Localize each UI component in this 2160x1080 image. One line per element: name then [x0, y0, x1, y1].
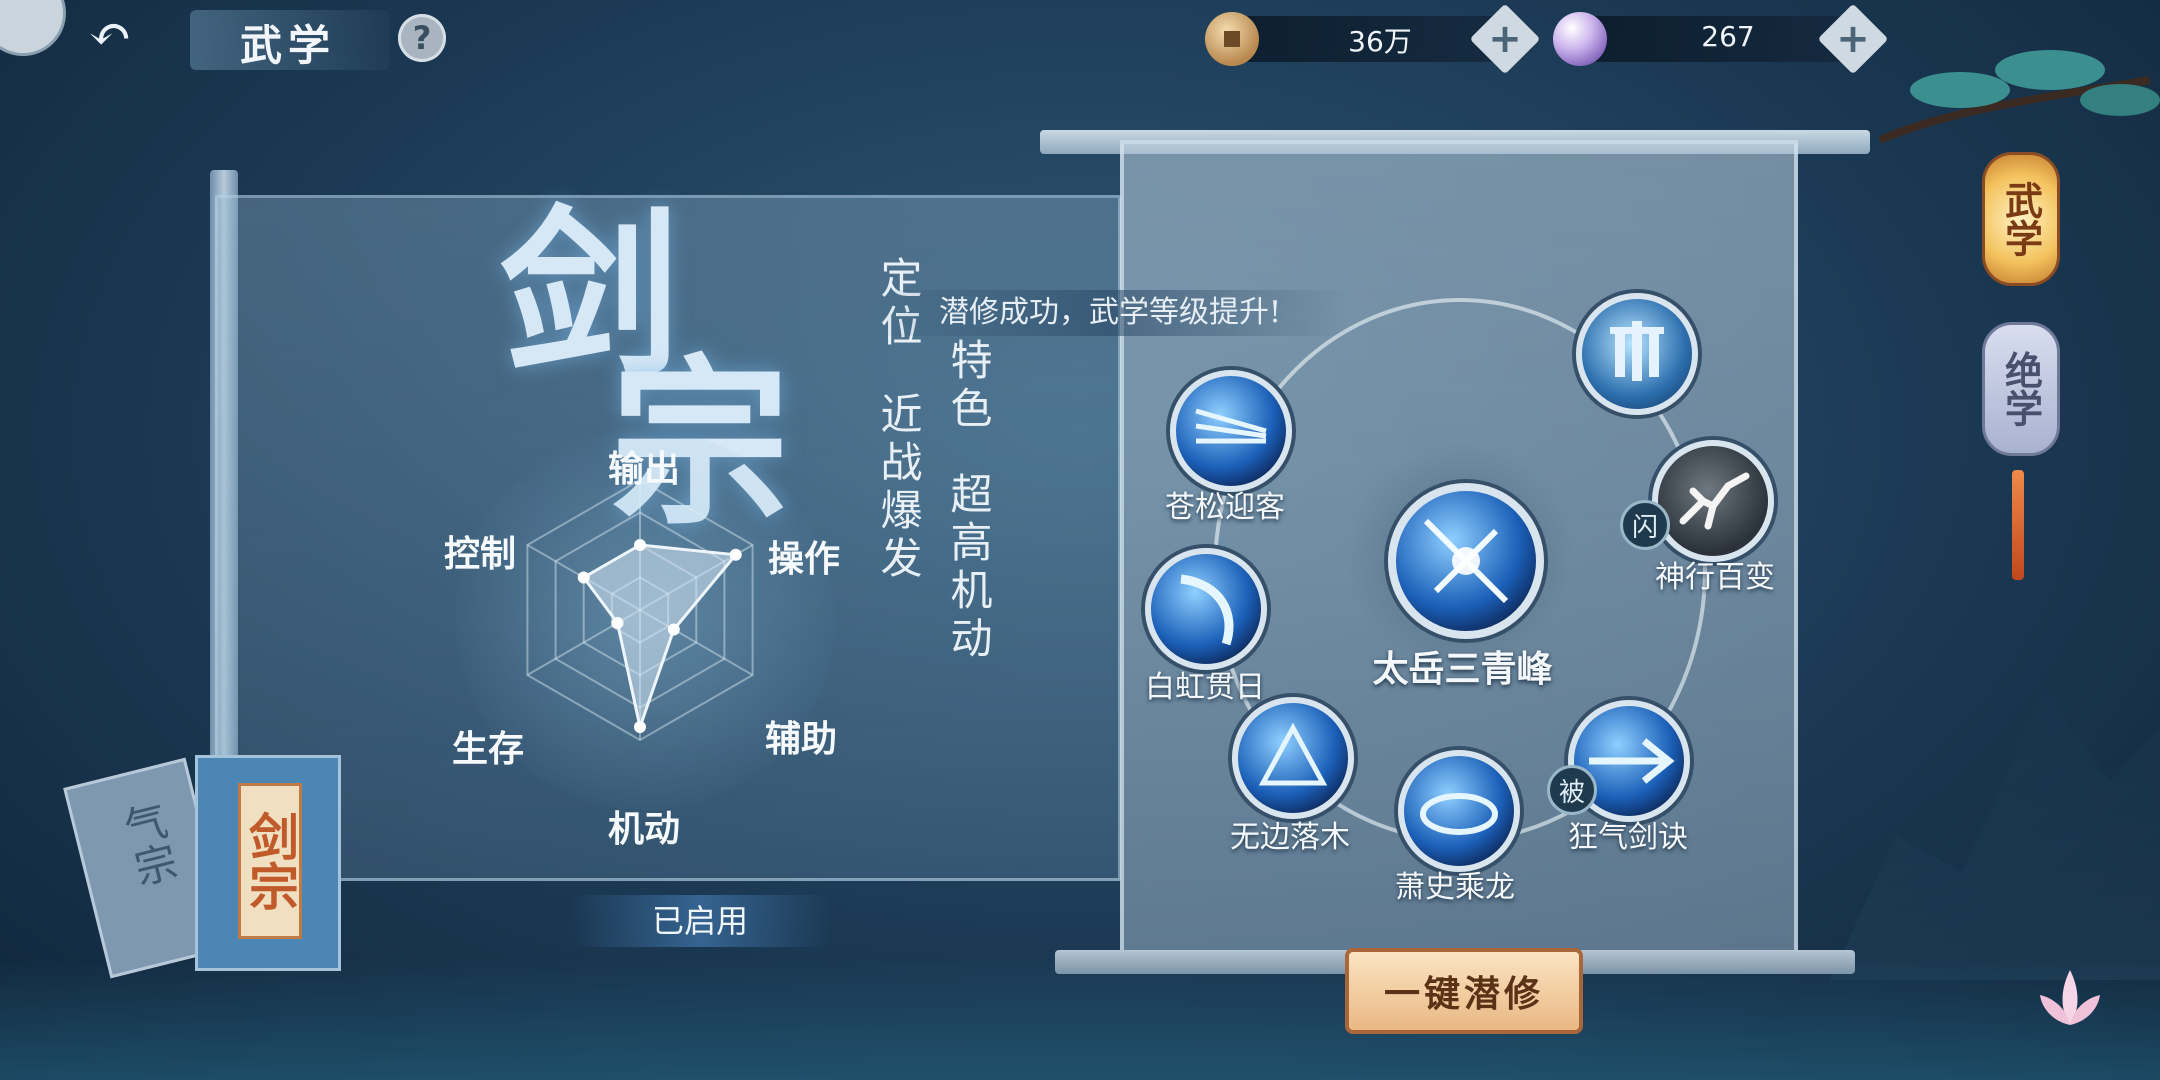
back-button[interactable]: ↶ [65, 5, 155, 65]
skill-label-shenxingbaibian: 神行百变 [1655, 560, 1775, 595]
radar-value-polygon [581, 543, 739, 733]
skill-node-wubianluomu[interactable] [1232, 697, 1354, 819]
skill-label-baihongguanri: 白虹贯日 [1145, 670, 1265, 705]
radar-label-operation: 操作 [768, 530, 840, 582]
lantern-tassel [2012, 470, 2024, 580]
triple-sword-icon [1610, 321, 1664, 381]
book-qizong-label: 气宗 [113, 797, 182, 892]
one-click-train-button[interactable]: 一键潜修 [1345, 948, 1583, 1034]
pearl-amount: 267 [1701, 20, 1755, 53]
skill-node-cangsongyingke[interactable] [1170, 370, 1292, 492]
tab-wuxue[interactable]: 武学 [1982, 152, 2060, 286]
skill-label-kuangqijianjue: 狂气剑诀 [1568, 820, 1688, 855]
skill-label-taiyuesanqingfeng: 太岳三青峰 [1372, 648, 1553, 690]
success-toast: 潜修成功，武学等级提升! [870, 290, 1350, 336]
plus-icon: + [1488, 15, 1522, 62]
positioning-value: 近战爆发 [874, 392, 923, 584]
radar-label-support-text: 辅助 [765, 718, 838, 760]
book-jianzong[interactable]: 剑宗 [195, 755, 341, 971]
radar-point-1 [634, 539, 646, 551]
skill-tag-passive: 被 [1547, 765, 1597, 815]
feature-label: 特色 [944, 338, 993, 434]
radar-point-4 [634, 721, 646, 733]
radar-label-control: 控制 [444, 525, 516, 577]
skill-label-wubianluomu: 无边落木 [1230, 820, 1350, 855]
background-water [0, 960, 2160, 1080]
page-title: 武学 [240, 21, 337, 70]
radar-label-support: 辅助 [765, 710, 837, 762]
triangle-slash-icon [1258, 722, 1328, 786]
add-coins-button[interactable]: + [1469, 3, 1541, 75]
coin-currency: 36万 + [1205, 3, 1541, 75]
radar-label-control-text: 控制 [444, 533, 517, 575]
leaping-figure-icon [1679, 472, 1750, 530]
help-button[interactable]: ? [398, 14, 446, 62]
radar-label-output-text: 输出 [608, 448, 681, 490]
corner-fan-ornament [0, 0, 66, 56]
radar-point-6 [577, 571, 590, 584]
tab-juexue[interactable]: 绝学 [1982, 322, 2060, 456]
radar-label-operation-text: 操作 [768, 538, 841, 580]
radar-label-survival: 生存 [452, 720, 524, 772]
skill-node-xiaoshichenglong[interactable] [1398, 750, 1520, 872]
whirlwind-icon [1420, 793, 1498, 835]
enabled-status: 已启用 [570, 895, 830, 947]
radar-point-2 [729, 548, 742, 561]
skill-label-cangsongyingke: 苍松迎客 [1165, 490, 1285, 525]
book-jianzong-label: 剑宗 [238, 783, 302, 939]
skill-node-baihongguanri[interactable] [1145, 548, 1267, 670]
radar-point-5 [611, 617, 624, 629]
pearl-icon [1553, 12, 1607, 66]
radar-label-output: 输出 [608, 440, 680, 492]
pearl-currency: 267 + [1553, 3, 1889, 75]
radar-label-survival-text: 生存 [452, 728, 525, 770]
background-mountain [1830, 692, 2160, 980]
coin-amount: 36万 [1348, 25, 1412, 58]
skill-node-taiyuesanqingfeng[interactable] [1388, 483, 1544, 639]
sword-burst-icon [1423, 518, 1509, 604]
blade-arc-icon [1180, 574, 1234, 646]
radar-point-3 [667, 623, 680, 636]
back-arrow-icon: ↶ [88, 5, 132, 65]
copper-coin-icon [1205, 12, 1259, 66]
lotus-flower-decor [2040, 970, 2100, 1025]
pine-branch-decor [1878, 50, 2160, 144]
skill-label-xiaoshichenglong: 萧史乘龙 [1395, 870, 1515, 905]
radar-label-mobility: 机动 [608, 800, 680, 852]
radar-label-mobility-text: 机动 [608, 808, 681, 850]
skill-node-shenxingbaibian[interactable] [1652, 440, 1774, 562]
skill-tag-flash: 闪 [1620, 500, 1670, 550]
skill-node-top[interactable] [1576, 293, 1698, 415]
sword-streak-icon [1195, 408, 1267, 444]
feature-value: 超高机动 [944, 472, 993, 664]
